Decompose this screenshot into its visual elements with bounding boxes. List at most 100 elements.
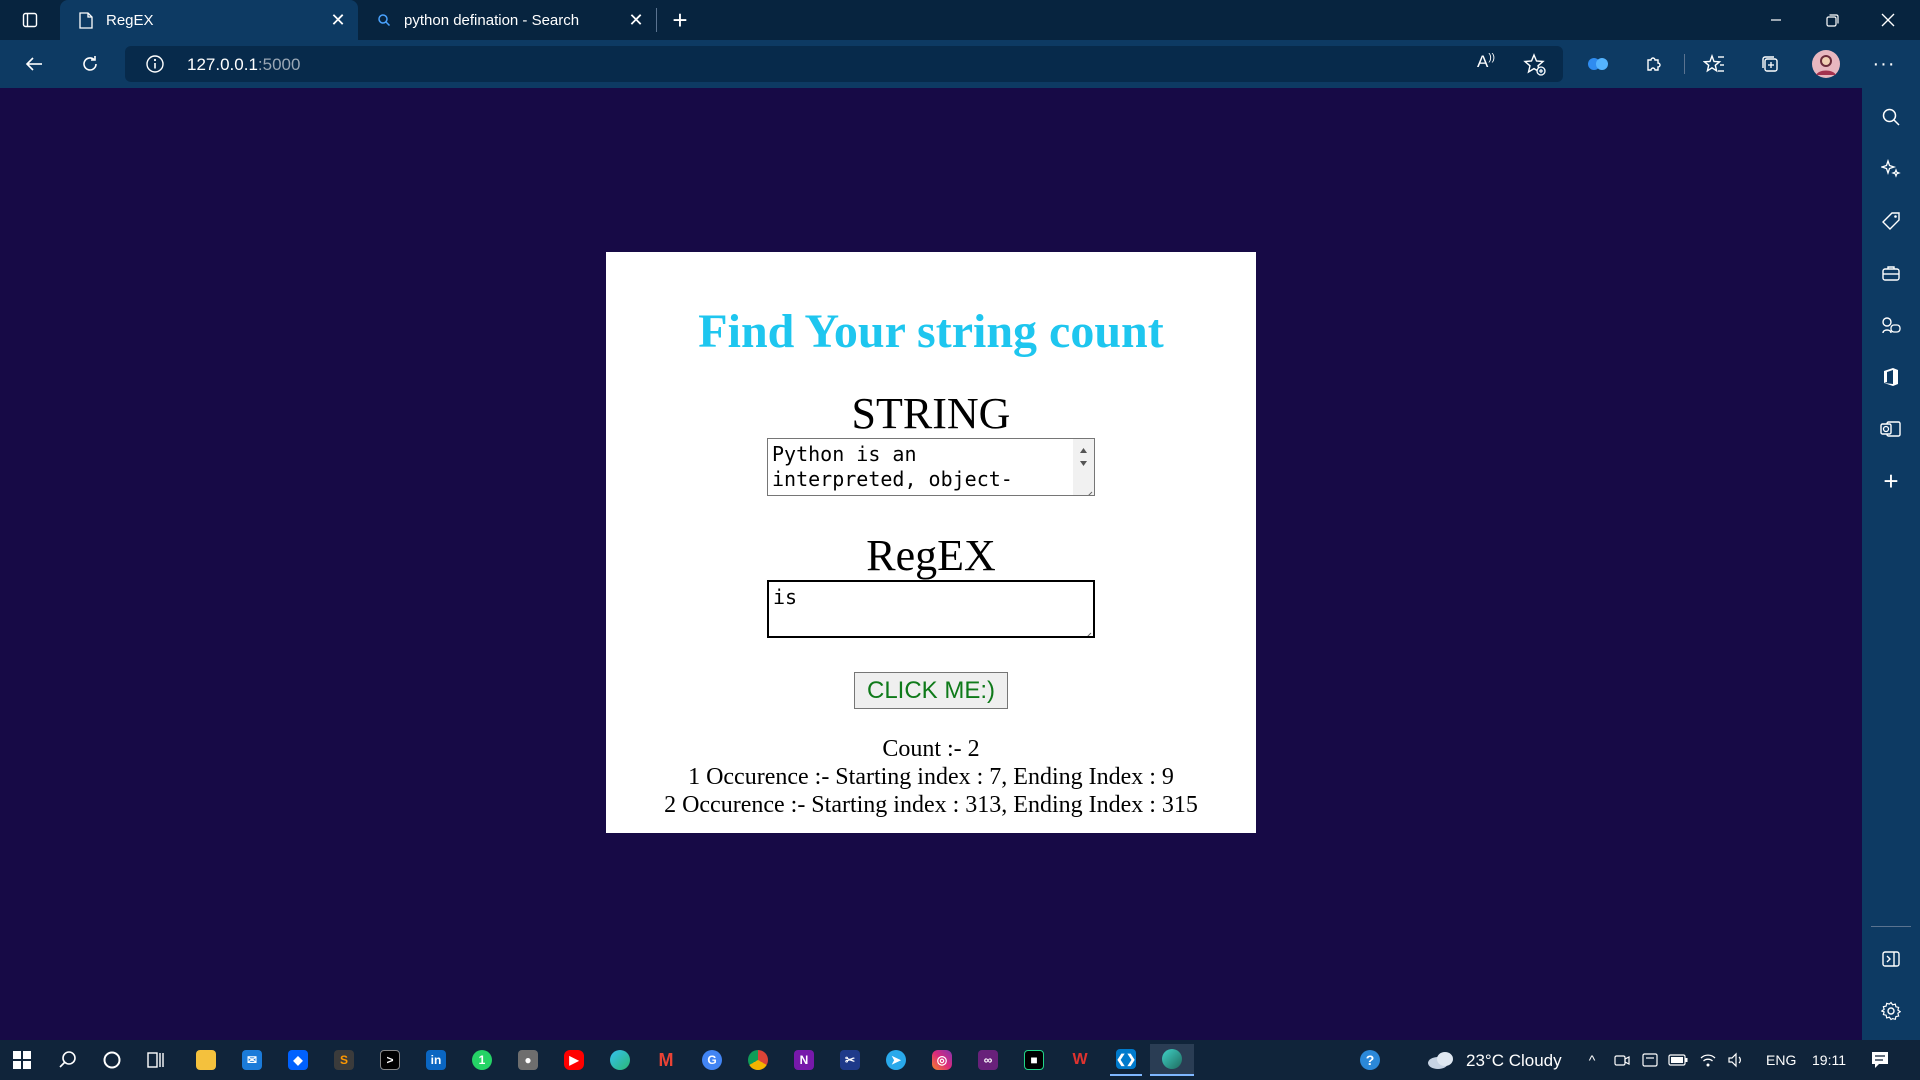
search-icon [374, 10, 394, 30]
wps-office-icon[interactable]: W [1064, 1044, 1096, 1076]
snipping-tool-icon[interactable]: ✂ [834, 1044, 866, 1076]
gear-icon[interactable] [1871, 991, 1911, 1031]
url-host: 127.0.0.1 [187, 55, 258, 74]
search-icon[interactable] [1871, 97, 1911, 137]
read-aloud-icon[interactable]: A)) [1477, 52, 1503, 76]
volume-icon[interactable] [1726, 1050, 1746, 1070]
gmail-glyph: M [658, 1049, 674, 1070]
meet-now-icon[interactable] [1612, 1050, 1632, 1070]
visual-studio-icon[interactable]: ∞ [972, 1044, 1004, 1076]
clock[interactable]: 19:11 [1812, 1052, 1846, 1068]
onenote-icon[interactable]: N [788, 1044, 820, 1076]
onenote-glyph: N [794, 1050, 814, 1070]
tab-python-search[interactable]: python defination - Search ✕ [362, 0, 656, 40]
jetbrains-glyph: ■ [1024, 1050, 1044, 1070]
toolbar-divider [1684, 54, 1685, 74]
outlook-icon[interactable] [1871, 409, 1911, 449]
hide-sidebar-icon[interactable] [1871, 939, 1911, 979]
url-text: 127.0.0.1:5000 [187, 55, 300, 75]
games-icon[interactable] [1871, 305, 1911, 345]
regex-value: is [773, 585, 798, 609]
add-sidebar-app-icon[interactable]: + [1871, 461, 1911, 501]
cortana-icon[interactable] [96, 1044, 128, 1076]
battery-icon[interactable] [1668, 1050, 1688, 1070]
chrome-canary-glyph: G [702, 1050, 722, 1070]
resize-handle-icon[interactable] [1080, 623, 1092, 636]
youtube-icon[interactable]: ▶ [558, 1044, 590, 1076]
tab-actions-menu-icon[interactable] [4, 0, 56, 40]
whatsapp-icon[interactable]: 1 [466, 1044, 498, 1076]
tools-briefcase-icon[interactable] [1871, 253, 1911, 293]
linkedin-glyph: in [426, 1050, 446, 1070]
tab-strip: RegEX ✕ python defination - Search ✕ + [0, 0, 1920, 40]
favorites-icon[interactable] [1694, 44, 1734, 84]
shopping-tag-icon[interactable] [1871, 201, 1911, 241]
language-indicator[interactable]: ENG [1766, 1052, 1796, 1068]
sublime-text-icon[interactable]: S [328, 1044, 360, 1076]
tab-regex[interactable]: RegEX ✕ [60, 0, 358, 40]
instagram-icon[interactable]: ◎ [926, 1044, 958, 1076]
regex-form-card: Find Your string count STRING Python is … [606, 252, 1256, 833]
terminal-icon[interactable]: > [374, 1044, 406, 1076]
regex-textarea[interactable]: is [767, 580, 1095, 638]
security-icon[interactable] [1640, 1050, 1660, 1070]
string-textarea[interactable]: Python is an interpreted, object-oriente… [767, 438, 1095, 496]
resize-handle-icon[interactable] [1081, 482, 1093, 495]
address-bar[interactable]: 127.0.0.1:5000 A)) [125, 46, 1563, 82]
refresh-icon[interactable] [70, 44, 110, 84]
extension-icon[interactable] [1578, 44, 1618, 84]
search-icon[interactable] [52, 1044, 84, 1076]
chrome-canary-icon[interactable]: G [696, 1044, 728, 1076]
dropbox-glyph: ◆ [288, 1050, 308, 1070]
close-tab-icon[interactable]: ✕ [322, 4, 354, 36]
restore-button[interactable] [1804, 0, 1860, 40]
github-icon[interactable]: ● [512, 1044, 544, 1076]
url-port: :5000 [257, 55, 301, 74]
windows-taskbar: ✉ ◆ S > in 1 ● ▶ M G N ✂ ➤ ◎ ∞ ■ W ❮❯ ? … [0, 1040, 1920, 1080]
mail-glyph: ✉ [242, 1050, 262, 1070]
collections-icon[interactable] [1750, 44, 1790, 84]
terminal-glyph: > [380, 1050, 400, 1070]
wifi-icon[interactable] [1698, 1050, 1718, 1070]
click-me-button[interactable]: CLICK ME:) [854, 672, 1008, 709]
minimize-button[interactable] [1748, 0, 1804, 40]
add-favorite-icon[interactable] [1523, 53, 1547, 77]
site-info-icon[interactable] [145, 54, 165, 74]
profile-avatar[interactable] [1806, 44, 1846, 84]
mail-icon[interactable]: ✉ [236, 1044, 268, 1076]
chrome-glyph [748, 1050, 768, 1070]
edge-dev-icon[interactable] [1150, 1044, 1194, 1076]
show-hidden-icons-chevron[interactable]: ^ [1582, 1050, 1602, 1070]
linkedin-icon[interactable]: in [420, 1044, 452, 1076]
weather-text[interactable]: 23°C Cloudy [1466, 1051, 1562, 1071]
wps-glyph: W [1072, 1051, 1088, 1068]
count-result: Count :- 2 [882, 736, 980, 762]
dropbox-icon[interactable]: ◆ [282, 1044, 314, 1076]
jetbrains-icon[interactable]: ■ [1018, 1044, 1050, 1076]
edge-sidebar: + [1862, 88, 1920, 1040]
settings-more-icon[interactable]: ··· [1864, 44, 1904, 84]
chrome-icon[interactable] [742, 1044, 774, 1076]
edge-glyph [610, 1050, 630, 1070]
windows-start-icon[interactable] [6, 1044, 38, 1076]
instagram-glyph: ◎ [932, 1050, 952, 1070]
close-window-button[interactable] [1860, 0, 1916, 40]
new-tab-button[interactable]: + [659, 0, 701, 40]
extensions-puzzle-icon[interactable] [1634, 44, 1674, 84]
edge-icon[interactable] [604, 1044, 636, 1076]
telegram-icon[interactable]: ➤ [880, 1044, 912, 1076]
cloudy-weather-icon[interactable] [1426, 1050, 1458, 1070]
file-explorer-icon[interactable] [190, 1044, 222, 1076]
notifications-icon[interactable] [1870, 1050, 1890, 1070]
close-tab-icon[interactable]: ✕ [620, 4, 652, 36]
task-view-icon[interactable] [140, 1044, 172, 1076]
help-icon[interactable]: ? [1354, 1044, 1386, 1076]
telegram-glyph: ➤ [886, 1050, 906, 1070]
gmail-icon[interactable]: M [650, 1044, 682, 1076]
page-title: Find Your string count [698, 305, 1164, 358]
office-icon[interactable] [1871, 357, 1911, 397]
back-arrow-icon[interactable] [14, 44, 54, 84]
occurrence-line: 1 Occurence :- Starting index : 7, Endin… [688, 764, 1174, 790]
discover-sparkle-icon[interactable] [1871, 149, 1911, 189]
vscode-icon[interactable]: ❮❯ [1110, 1044, 1142, 1076]
